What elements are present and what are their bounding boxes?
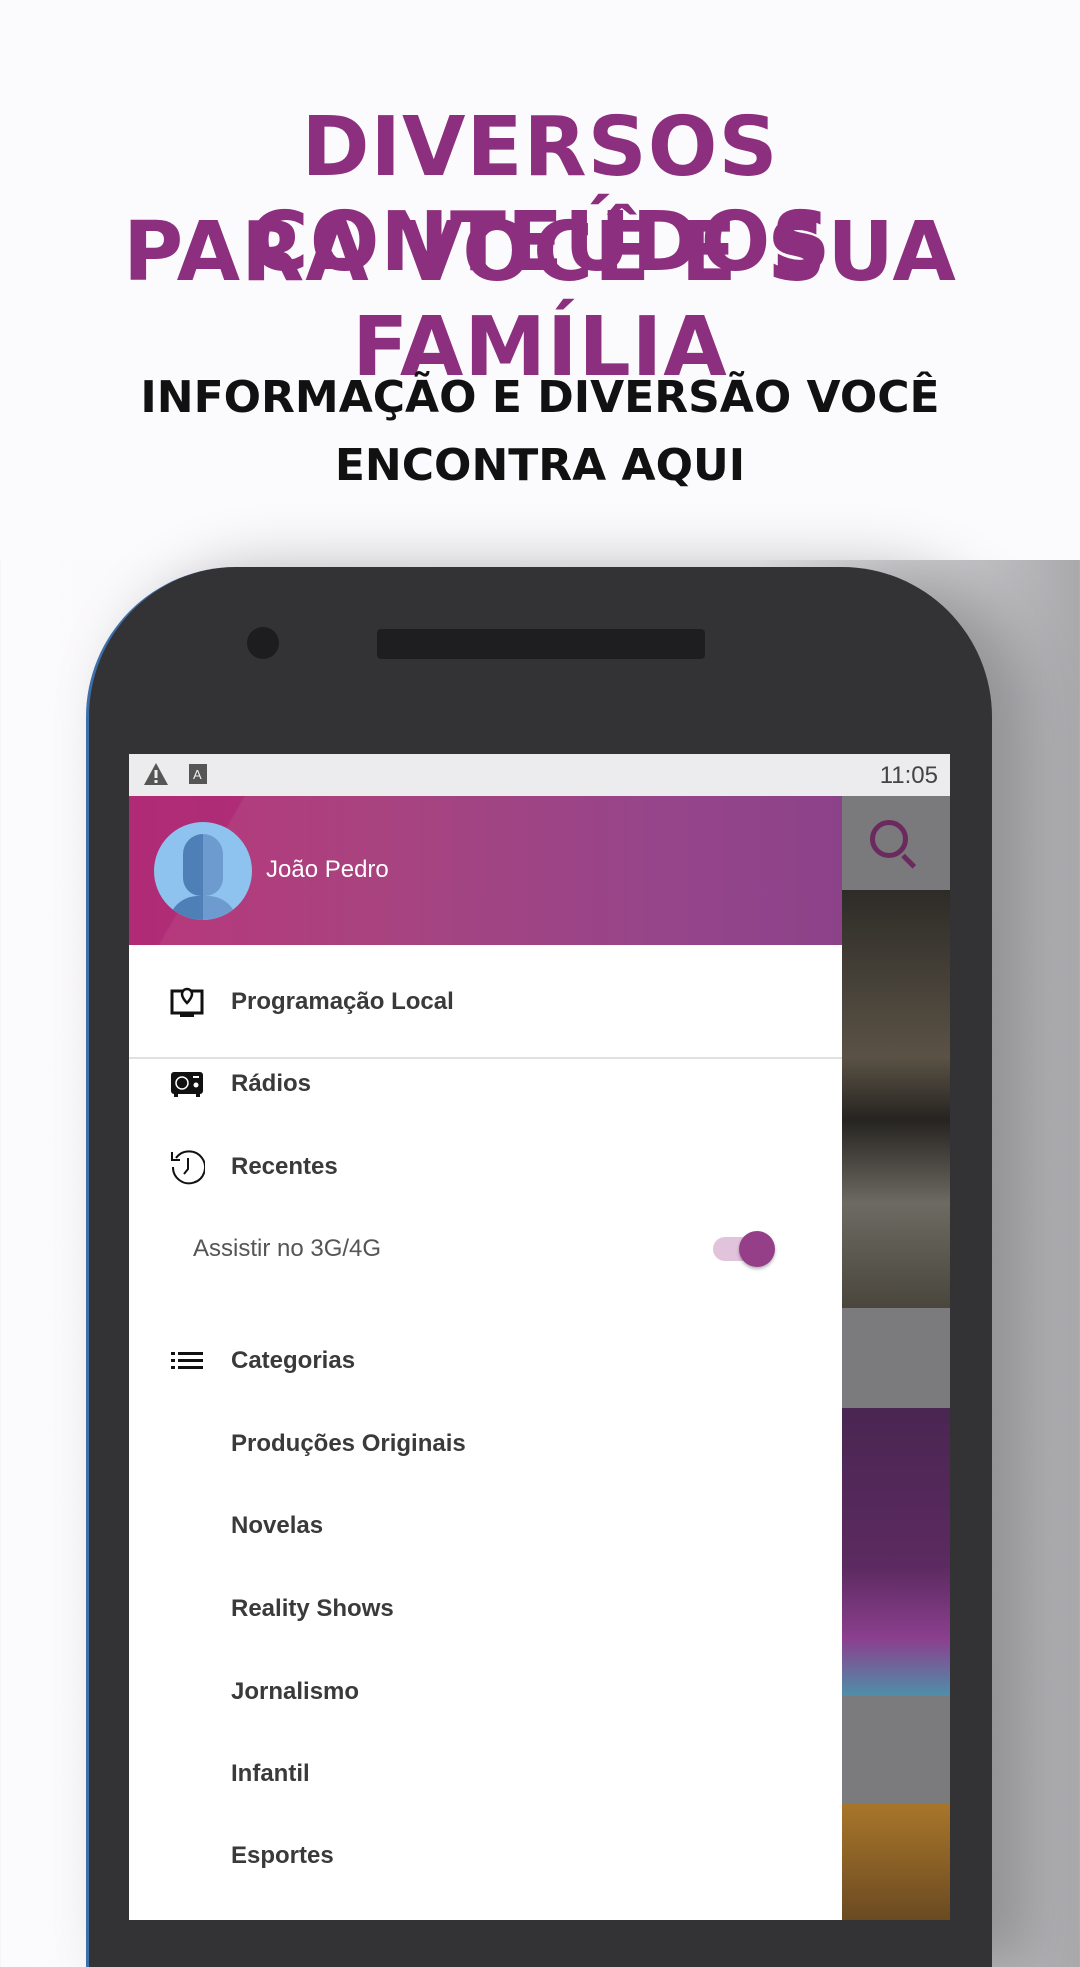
- radio-icon: [169, 1066, 205, 1102]
- menu-item-label: Rádios: [231, 1070, 312, 1097]
- subheadline-line-1: INFORMAÇÃO E DIVERSÃO VOCÊ: [140, 372, 940, 423]
- category-infantil[interactable]: Infantil: [129, 1739, 842, 1809]
- navigation-drawer: João Pedro Programação Local Rádios Rece…: [129, 796, 842, 1920]
- background-app: [842, 796, 950, 1920]
- category-label: Infantil: [231, 1760, 310, 1787]
- category-label: Esportes: [231, 1842, 334, 1869]
- menu-item-categorias[interactable]: Categorias: [129, 1326, 842, 1396]
- content-thumbnail[interactable]: [842, 1804, 950, 1920]
- menu-item-programacao-local[interactable]: Programação Local: [129, 967, 842, 1037]
- phone-speaker: [377, 629, 705, 659]
- mobile-data-toggle[interactable]: [713, 1231, 775, 1267]
- toggle-label: Assistir no 3G/4G: [193, 1235, 382, 1262]
- history-icon: [169, 1149, 205, 1185]
- app-toolbar: [842, 796, 950, 890]
- category-label: Novelas: [231, 1512, 324, 1539]
- menu-item-label: Categorias: [231, 1347, 356, 1374]
- menu-item-recentes[interactable]: Recentes: [129, 1132, 842, 1202]
- status-time: 11:05: [879, 762, 938, 789]
- menu-item-label: Recentes: [231, 1153, 338, 1180]
- section-gap: [842, 1308, 950, 1408]
- phone-camera: [247, 627, 279, 659]
- avatar[interactable]: [154, 822, 252, 920]
- infantil-thumbnail[interactable]: [842, 1408, 950, 1696]
- category-novelas[interactable]: Novelas: [129, 1491, 842, 1561]
- menu-item-label: Programação Local: [231, 988, 454, 1015]
- warning-icon: [144, 763, 168, 785]
- category-label: Jornalismo: [231, 1678, 360, 1705]
- menu-item-radios[interactable]: Rádios: [129, 1049, 842, 1119]
- category-label: Produções Originais: [231, 1430, 466, 1457]
- svg-text:A: A: [193, 767, 202, 782]
- status-bar: A 11:05: [129, 754, 950, 796]
- drawer-header: João Pedro: [129, 796, 842, 945]
- tv-location-icon: [169, 984, 205, 1020]
- toggle-row-3g4g[interactable]: Assistir no 3G/4G: [129, 1214, 842, 1284]
- category-producoes-originais[interactable]: Produções Originais: [129, 1409, 842, 1479]
- subheadline-line-2: ENCONTRA AQUI: [334, 440, 746, 491]
- section-gap: [842, 1696, 950, 1804]
- search-icon[interactable]: [870, 820, 908, 858]
- phone-screen: A 11:05 João Pedro Programação Local Rád…: [129, 754, 950, 1920]
- category-reality-shows[interactable]: Reality Shows: [129, 1574, 842, 1644]
- list-icon: [169, 1343, 205, 1379]
- category-esportes[interactable]: Esportes: [129, 1821, 842, 1891]
- category-label: Reality Shows: [231, 1595, 394, 1622]
- user-name: João Pedro: [266, 856, 389, 883]
- headline-line-2: PARA VOCÊ E SUA FAMÍLIA: [123, 205, 957, 395]
- keyboard-a-icon: A: [189, 764, 207, 784]
- divider: [129, 1057, 842, 1059]
- content-thumbnail[interactable]: [842, 890, 950, 1308]
- category-jornalismo[interactable]: Jornalismo: [129, 1657, 842, 1727]
